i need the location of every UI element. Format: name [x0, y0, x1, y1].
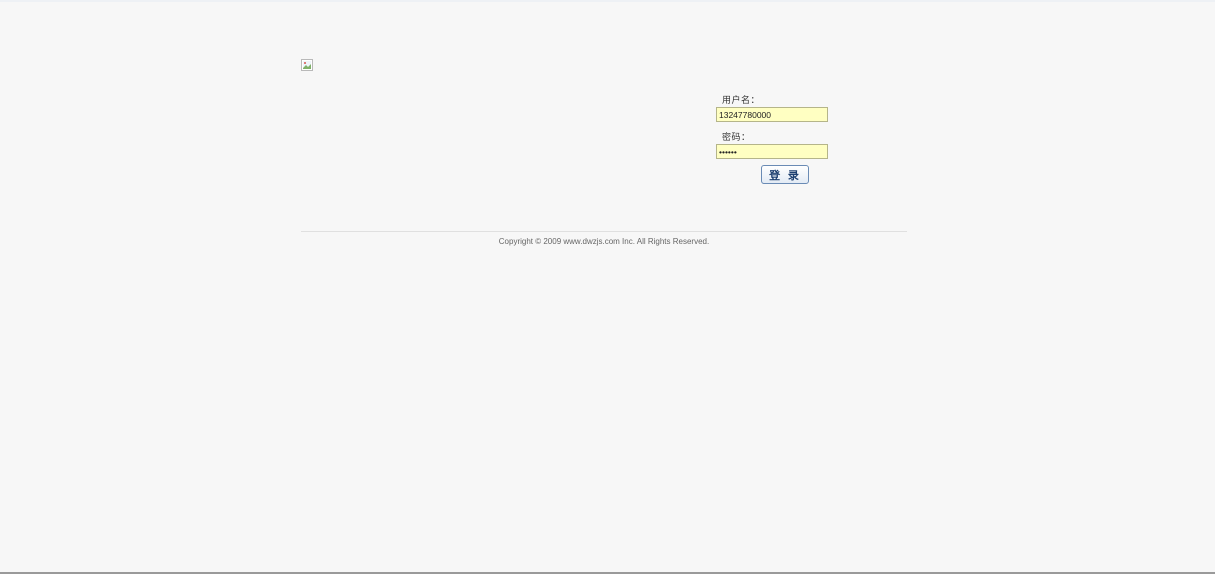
top-divider	[0, 0, 1215, 2]
copyright-text: Copyright © 2009 www.dwzjs.com Inc. All …	[498, 237, 710, 246]
password-label: 密码：	[722, 132, 751, 142]
broken-image-icon	[301, 59, 313, 71]
footer-divider	[301, 231, 907, 232]
password-input[interactable]	[716, 144, 828, 159]
username-input[interactable]	[716, 107, 828, 122]
username-label: 用户名：	[722, 95, 761, 105]
login-button[interactable]: 登 录	[761, 165, 809, 184]
